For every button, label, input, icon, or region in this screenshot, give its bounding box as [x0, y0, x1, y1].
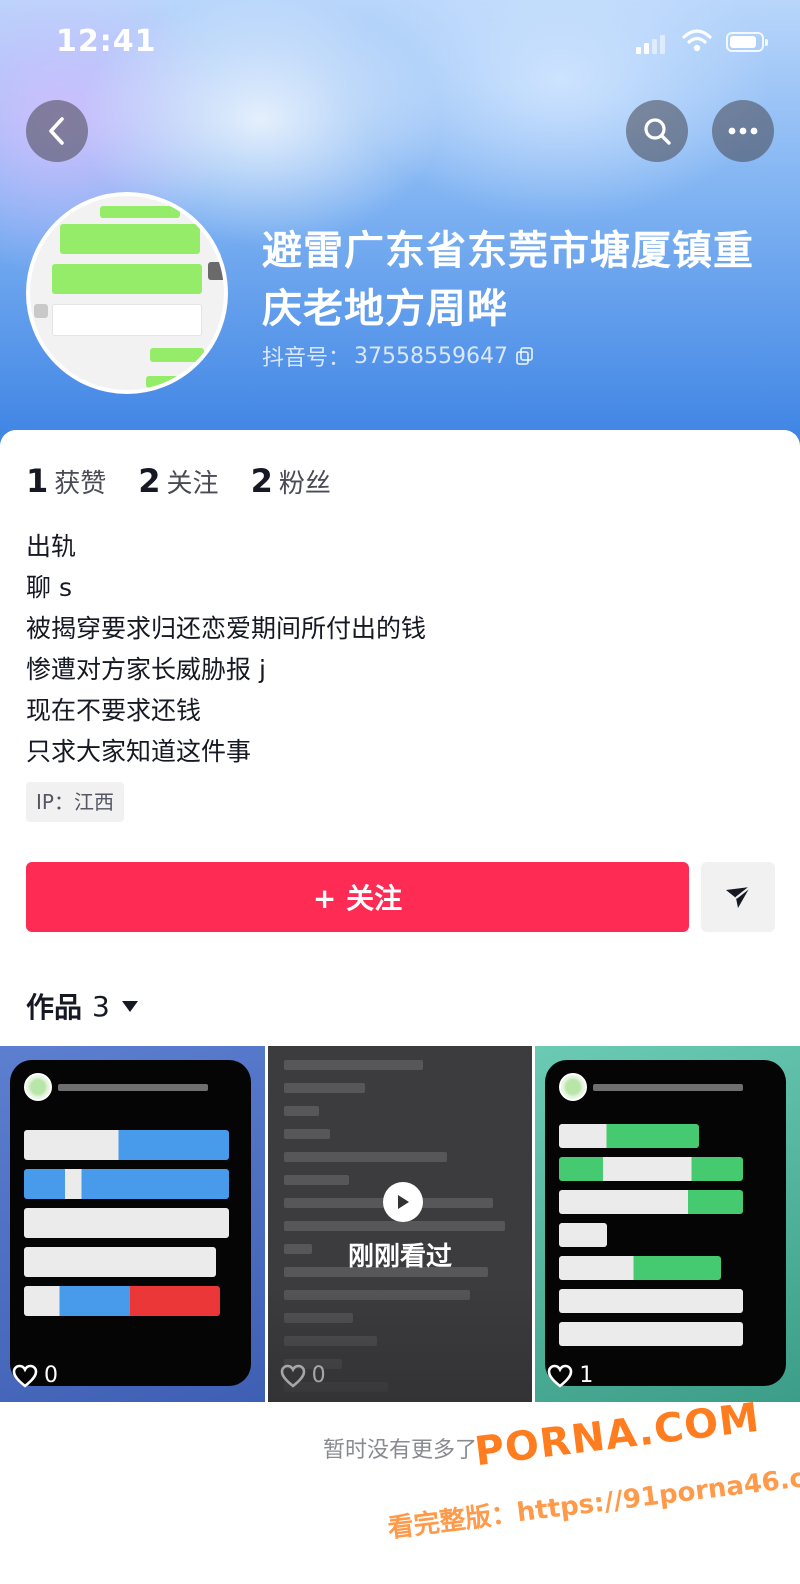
- more-options-button[interactable]: [712, 100, 774, 162]
- avatar-chat-profile-pic: [208, 262, 224, 280]
- works-count: 3: [92, 989, 110, 1023]
- thumbnail-card: [545, 1060, 787, 1386]
- bio: 出轨 聊 s 被揭穿要求归还恋爱期间所付出的钱 惨遭对方家长威胁报 j 现在不要…: [26, 526, 426, 772]
- like-count: 0: [12, 1363, 58, 1388]
- bio-line: 只求大家知道这件事: [26, 737, 252, 766]
- search-button[interactable]: [626, 100, 688, 162]
- back-button[interactable]: [26, 100, 88, 162]
- works-tab[interactable]: 作品 3: [26, 986, 138, 1026]
- douyin-id-label: 抖音号：: [262, 346, 351, 371]
- stat-followers-label: 粉丝: [278, 469, 331, 499]
- thumbnail-caption-image: [559, 1124, 772, 1346]
- card-handle-placeholder: [593, 1083, 744, 1091]
- stat-following-label: 关注: [166, 469, 219, 499]
- profile-header: 12:41 避雷广东省东莞市塘厦镇重庆老地方周晔 抖音号： 3755855964…: [0, 0, 800, 450]
- avatar-chat-bubble: [52, 304, 202, 336]
- like-count: 1: [547, 1363, 593, 1388]
- avatar[interactable]: [26, 192, 228, 394]
- bio-line: 惨遭对方家长威胁报 j: [26, 655, 266, 684]
- heart-icon: [12, 1364, 38, 1388]
- follow-button[interactable]: + 关注: [26, 862, 689, 932]
- douyin-id-value: 37558559647: [354, 343, 508, 369]
- more-icon: [728, 127, 758, 135]
- works-label: 作品: [26, 991, 83, 1024]
- stat-likes-label: 获赞: [54, 469, 107, 499]
- stat-likes[interactable]: 1 获赞: [26, 462, 106, 500]
- profile-name: 避雷广东省东莞市塘厦镇重庆老地方周晔: [262, 228, 754, 332]
- bio-line: 现在不要求还钱: [26, 696, 202, 725]
- recently-watched-label: 刚刚看过: [348, 1242, 453, 1272]
- play-icon: [382, 1182, 423, 1222]
- cellular-signal-icon: [636, 34, 665, 54]
- share-icon: [726, 886, 751, 908]
- like-count: 0: [280, 1363, 326, 1388]
- heart-icon: [548, 1364, 573, 1388]
- bio-line: 出轨: [26, 532, 77, 561]
- video-thumbnail[interactable]: 刚刚看过 0: [267, 1046, 533, 1402]
- back-arrow-icon: [49, 117, 64, 145]
- avatar-chat-bubble: [60, 224, 200, 254]
- avatar-chat-bubble: [146, 376, 186, 388]
- stat-followers-value: 2: [250, 462, 273, 500]
- works-grid: 0 刚刚看过 0 1: [0, 1046, 800, 1402]
- stat-following[interactable]: 2 关注: [138, 462, 218, 500]
- card-avatar: [24, 1073, 52, 1101]
- wifi-icon: [682, 29, 712, 52]
- bio-line: 聊 s: [26, 573, 72, 602]
- thumbnail-card-header: [24, 1070, 237, 1104]
- stat-likes-value: 1: [26, 462, 49, 500]
- card-handle-placeholder: [58, 1083, 208, 1091]
- share-button[interactable]: [701, 862, 775, 932]
- copy-icon[interactable]: [516, 347, 534, 365]
- like-count-value: 0: [44, 1363, 58, 1388]
- battery-icon: [726, 32, 768, 52]
- card-avatar: [559, 1073, 588, 1101]
- like-count-value: 0: [311, 1363, 326, 1388]
- status-bar: 12:41: [0, 0, 800, 84]
- avatar-chat-bubble: [150, 348, 204, 362]
- bio-line: 被揭穿要求归还恋爱期间所付出的钱: [26, 614, 427, 643]
- avatar-chat-bubble: [100, 206, 180, 218]
- like-count-value: 1: [579, 1363, 594, 1388]
- avatar-chat-profile-pic: [34, 304, 48, 318]
- avatar-chat-bubble: [52, 264, 202, 294]
- thumbnail-card-header: [559, 1070, 772, 1104]
- stats-row: 1 获赞 2 关注 2 粉丝: [26, 462, 363, 500]
- douyin-id[interactable]: 抖音号： 37558559647: [262, 340, 534, 372]
- search-icon: [644, 118, 671, 145]
- thumbnail-card: [10, 1060, 251, 1386]
- thumbnail-caption-image: [24, 1130, 237, 1316]
- ip-location-tag: IP：江西: [26, 782, 124, 822]
- stat-following-value: 2: [138, 462, 161, 500]
- status-time: 12:41: [56, 24, 157, 59]
- heart-icon: [280, 1364, 305, 1388]
- video-thumbnail[interactable]: 0: [0, 1046, 265, 1402]
- stat-followers[interactable]: 2 粉丝: [251, 462, 331, 500]
- video-thumbnail[interactable]: 1: [535, 1046, 800, 1402]
- caret-down-icon: [121, 1000, 138, 1012]
